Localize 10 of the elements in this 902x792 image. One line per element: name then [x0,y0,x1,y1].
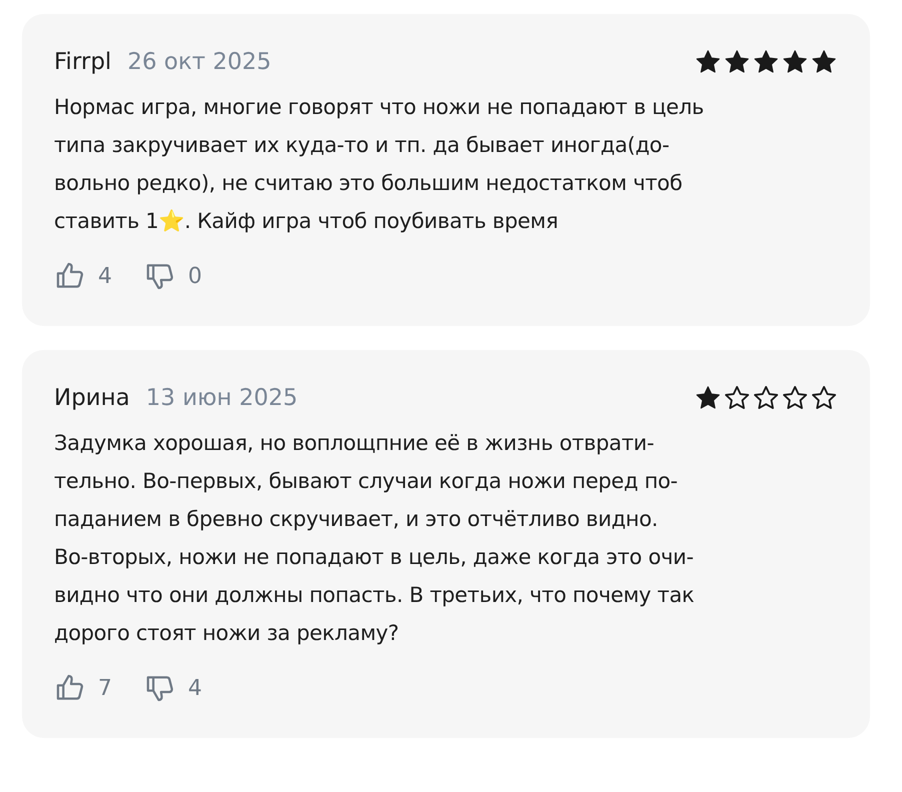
dislike-count: 4 [188,676,202,700]
author-name: Ирина [54,385,130,411]
review-date: 13 июн 2025 [146,385,298,411]
review-text: Задумка хорошая, но воплощпние её в жизнь отврати- тельно. Во-первых, бывают случаи когда ножи перед по- паданием в бревно скручивает, и это отчётливо видно. Во-вторых, ножи не попадают в цель, даже когда это очи- видно что они должны попасть. В третьих, что почему так дорого стоят ножи за рекламу? [54,430,696,647]
dislike-count: 0 [188,264,202,288]
author-name: Firrpl [54,49,112,75]
review-date: 26 окт 2025 [127,49,272,75]
like-count: 4 [98,264,112,288]
review-text: Нормас игра, многие говорят что ножи не попадают в цель типа закручивает их куда-то и тп. да бывает иногда(до- вольно редко), не считаю это большим недостатком чтоб ставить 1⭐. Кайф игра чтоб поубивать время [54,94,705,235]
like-count: 7 [98,676,112,700]
